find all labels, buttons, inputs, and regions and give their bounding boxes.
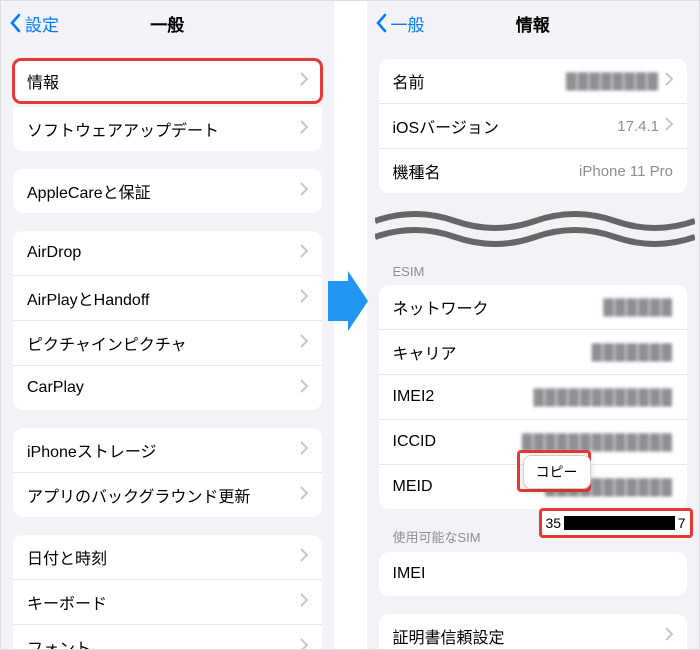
chevron-right-icon: [665, 117, 673, 136]
label: CarPlay: [27, 379, 84, 397]
row-applecare[interactable]: AppleCareと保証: [13, 169, 322, 213]
row-name[interactable]: 名前 ████████: [379, 59, 688, 104]
value: ██████: [603, 299, 673, 316]
row-imei2[interactable]: IMEI2 ████████████: [379, 375, 688, 420]
back-button[interactable]: 設定: [9, 11, 59, 36]
label: 名前: [393, 69, 425, 93]
group-about: 情報: [13, 59, 322, 103]
copy-label: コピー: [536, 464, 578, 480]
row-keyboard[interactable]: キーボード: [13, 580, 322, 625]
group-storage: iPhoneストレージ アプリのバックグラウンド更新: [13, 428, 322, 517]
label: キーボード: [27, 590, 107, 614]
label: ネットワーク: [393, 295, 489, 319]
value: ███████: [592, 344, 673, 361]
chevron-right-icon: [300, 548, 308, 567]
group-applecare: AppleCareと保証: [13, 169, 322, 213]
label: IMEI2: [393, 388, 435, 406]
label: iOSバージョン: [393, 114, 499, 138]
row-date[interactable]: 日付と時刻: [13, 535, 322, 580]
chevron-right-icon: [300, 72, 308, 91]
label: アプリのバックグラウンド更新: [27, 483, 250, 507]
chevron-right-icon: [665, 72, 673, 91]
label: AirDrop: [27, 244, 81, 262]
value: ████████: [566, 73, 659, 90]
row-imei[interactable]: IMEI: [379, 552, 688, 596]
label: ICCID: [393, 433, 437, 451]
group-airdrop: AirDrop AirPlayとHandoff ピクチャインピクチャ CarPl…: [13, 231, 322, 410]
back-button[interactable]: 一般: [375, 11, 425, 36]
chevron-right-icon: [300, 486, 308, 505]
row-pip[interactable]: ピクチャインピクチャ: [13, 321, 322, 366]
row-model: 機種名 iPhone 11 Pro: [379, 149, 688, 193]
group-sim: IMEI: [379, 552, 688, 596]
arrow-icon: [328, 271, 368, 336]
row-cert-trust[interactable]: 証明書信頼設定: [379, 614, 688, 649]
imei-redacted: [564, 516, 675, 530]
row-software-update[interactable]: ソフトウェアアップデート: [13, 107, 322, 151]
label: フォント: [27, 635, 91, 649]
chevron-right-icon: [300, 638, 308, 650]
chevron-right-icon: [300, 334, 308, 353]
ellipsis-wave-icon: [375, 211, 695, 247]
label: IMEI: [393, 565, 426, 583]
group-device-info: 名前 ████████ iOSバージョン 17.4.1 機種名 iPhone 11 P…: [379, 59, 688, 193]
imei-prefix: 35: [546, 515, 562, 531]
row-airplay[interactable]: AirPlayとHandoff: [13, 276, 322, 321]
back-label: 設定: [25, 11, 59, 36]
header: 設定 一般: [1, 1, 334, 45]
row-ios-version[interactable]: iOSバージョン 17.4.1: [379, 104, 688, 149]
row-storage[interactable]: iPhoneストレージ: [13, 428, 322, 473]
general-settings-pane: 設定 一般 情報 ソフトウェアアップデート AppleCareと保証 AirDr…: [1, 1, 334, 649]
chevron-right-icon: [300, 289, 308, 308]
value: ████████████: [533, 389, 673, 406]
copy-popover[interactable]: コピー: [523, 455, 591, 489]
label: 機種名: [393, 159, 441, 183]
chevron-right-icon: [300, 441, 308, 460]
label: 情報: [27, 69, 59, 93]
row-airdrop[interactable]: AirDrop: [13, 231, 322, 276]
chevron-right-icon: [300, 379, 308, 398]
row-carrier: キャリア ███████: [379, 330, 688, 375]
highlight-imei: 35 7: [539, 508, 693, 538]
row-carplay[interactable]: CarPlay: [13, 366, 322, 410]
group-date: 日付と時刻 キーボード フォント: [13, 535, 322, 649]
page-title: 一般: [150, 11, 184, 36]
value: iPhone 11 Pro: [579, 163, 673, 180]
label: AppleCareと保証: [27, 179, 151, 203]
value: █████████████: [522, 434, 673, 451]
label: ピクチャインピクチャ: [27, 331, 187, 355]
chevron-left-icon: [375, 13, 387, 33]
row-about[interactable]: 情報: [13, 59, 322, 103]
label: 日付と時刻: [27, 545, 107, 569]
chevron-right-icon: [300, 120, 308, 139]
chevron-right-icon: [300, 244, 308, 263]
label: AirPlayとHandoff: [27, 286, 149, 310]
row-font[interactable]: フォント: [13, 625, 322, 649]
label: iPhoneストレージ: [27, 438, 157, 462]
value: 17.4.1: [617, 118, 659, 135]
group-about-2: ソフトウェアアップデート: [13, 107, 322, 151]
label: 証明書信頼設定: [393, 624, 505, 648]
header: 一般 情報: [367, 1, 700, 45]
chevron-right-icon: [300, 593, 308, 612]
about-pane: 一般 情報 名前 ████████ iOSバージョン 17.4.1 機種名 iPhon…: [367, 1, 700, 649]
section-header-esim: ESIM: [393, 264, 688, 279]
row-bg-refresh[interactable]: アプリのバックグラウンド更新: [13, 473, 322, 517]
imei-suffix: 7: [678, 515, 686, 531]
page-title: 情報: [516, 11, 550, 36]
row-network: ネットワーク ██████: [379, 285, 688, 330]
label: MEID: [393, 478, 433, 496]
back-label: 一般: [391, 11, 425, 36]
group-cert: 証明書信頼設定: [379, 614, 688, 649]
chevron-right-icon: [300, 182, 308, 201]
chevron-left-icon: [9, 13, 21, 33]
chevron-right-icon: [665, 627, 673, 646]
label: キャリア: [393, 340, 457, 364]
label: ソフトウェアアップデート: [27, 117, 219, 141]
